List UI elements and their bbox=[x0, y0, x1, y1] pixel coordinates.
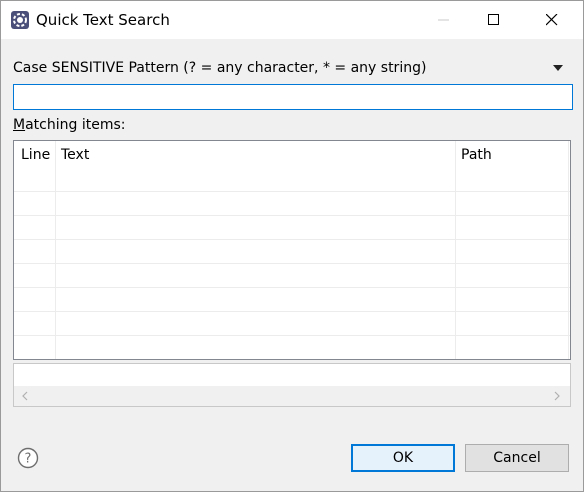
quick-text-search-dialog: Quick Text Search Case SENSITIVE Pattern… bbox=[0, 0, 584, 492]
table-row bbox=[14, 191, 570, 192]
horizontal-scrollbar[interactable] bbox=[14, 386, 570, 406]
column-divider bbox=[568, 141, 569, 359]
column-header-line[interactable]: Line bbox=[21, 147, 50, 163]
ok-button[interactable]: OK bbox=[351, 444, 455, 472]
question-circle-icon[interactable]: ? bbox=[17, 447, 39, 469]
chevron-right-icon[interactable] bbox=[552, 391, 562, 401]
pattern-input[interactable] bbox=[13, 84, 573, 110]
svg-text:?: ? bbox=[25, 452, 32, 467]
results-table[interactable]: Line Text Path bbox=[13, 140, 571, 360]
column-header-text[interactable]: Text bbox=[61, 147, 89, 163]
column-header-path[interactable]: Path bbox=[461, 147, 492, 163]
title-bar[interactable]: Quick Text Search bbox=[1, 1, 583, 39]
details-pane[interactable] bbox=[13, 363, 571, 407]
column-divider bbox=[55, 141, 56, 359]
maximize-button[interactable] bbox=[471, 1, 517, 39]
close-button[interactable] bbox=[529, 1, 575, 39]
table-row bbox=[14, 335, 570, 336]
maximize-icon bbox=[488, 14, 499, 25]
table-row bbox=[14, 239, 570, 240]
chevron-left-icon[interactable] bbox=[20, 391, 30, 401]
minimize-button[interactable] bbox=[421, 1, 467, 39]
dropdown-arrow-icon[interactable] bbox=[553, 65, 563, 71]
minimize-icon bbox=[438, 19, 449, 21]
window-title: Quick Text Search bbox=[36, 11, 170, 29]
mnemonic-letter: M bbox=[13, 117, 26, 133]
table-row bbox=[14, 263, 570, 264]
eclipse-gear-icon bbox=[11, 11, 29, 29]
column-divider bbox=[455, 141, 456, 359]
table-row bbox=[14, 215, 570, 216]
table-row bbox=[14, 287, 570, 288]
cancel-button[interactable]: Cancel bbox=[465, 444, 569, 472]
matching-items-label: Matching items: bbox=[13, 117, 125, 133]
close-icon bbox=[546, 14, 558, 26]
matching-label-rest: atching items: bbox=[25, 117, 126, 133]
table-row bbox=[14, 311, 570, 312]
pattern-label: Case SENSITIVE Pattern (? = any characte… bbox=[13, 60, 427, 76]
